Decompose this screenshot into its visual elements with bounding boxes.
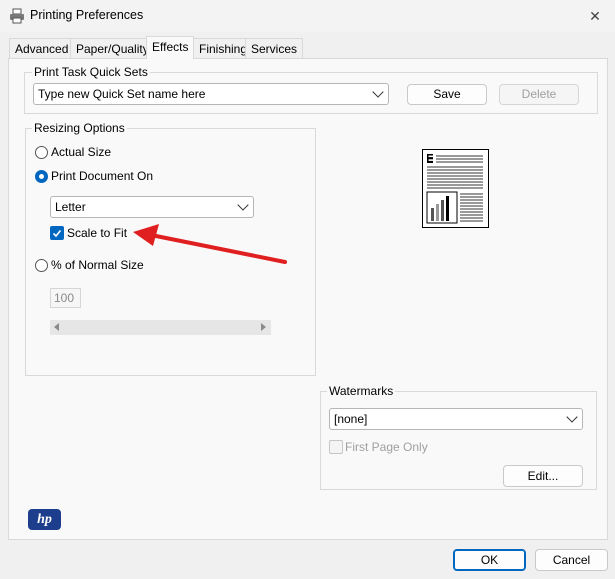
tab-advanced[interactable]: Advanced <box>9 38 75 59</box>
save-button[interactable]: Save <box>407 84 487 105</box>
scale-to-fit-label[interactable]: Scale to Fit <box>67 226 127 240</box>
tab-effects[interactable]: Effects <box>146 36 195 59</box>
title-bar: Printing Preferences ✕ <box>0 0 615 32</box>
scroll-left-icon[interactable] <box>54 323 59 331</box>
chevron-down-icon <box>372 86 384 98</box>
close-button[interactable]: ✕ <box>582 5 608 27</box>
document-preview-icon <box>426 154 483 224</box>
scroll-right-icon[interactable] <box>261 323 266 331</box>
watermark-combo[interactable]: [none] <box>329 408 583 430</box>
cancel-button[interactable]: Cancel <box>535 549 608 571</box>
quickset-name-value: Type new Quick Set name here <box>38 87 206 101</box>
watermark-value: [none] <box>334 412 368 426</box>
print-document-on-label[interactable]: Print Document On <box>51 169 153 183</box>
percent-input[interactable]: 100 <box>50 288 81 308</box>
first-page-only-label[interactable]: First Page Only <box>345 440 428 454</box>
chevron-down-icon <box>566 411 578 423</box>
checkmark-icon <box>52 229 62 238</box>
watermarks-group-label: Watermarks <box>327 384 396 398</box>
resizing-group-label: Resizing Options <box>32 121 127 135</box>
tab-services[interactable]: Services <box>245 38 304 59</box>
quickset-name-combo[interactable]: Type new Quick Set name here <box>33 83 389 105</box>
quicksets-group-label: Print Task Quick Sets <box>32 65 150 79</box>
edit-watermark-button[interactable]: Edit... <box>503 465 583 487</box>
paper-size-combo[interactable]: Letter <box>50 196 254 218</box>
print-document-on-radio[interactable] <box>35 170 48 183</box>
window-title: Printing Preferences <box>30 8 144 22</box>
percent-scrollbar[interactable] <box>50 320 271 335</box>
scale-to-fit-checkbox[interactable] <box>50 226 64 240</box>
ok-button[interactable]: OK <box>453 549 526 571</box>
printer-icon <box>10 8 24 24</box>
percent-normal-size-radio[interactable] <box>35 259 48 272</box>
annotation-arrow-icon <box>133 224 287 264</box>
actual-size-label[interactable]: Actual Size <box>51 145 111 159</box>
first-page-only-checkbox[interactable] <box>329 440 343 454</box>
paper-size-value: Letter <box>55 200 86 214</box>
hp-logo: hp <box>28 509 61 530</box>
tab-paper-quality[interactable]: Paper/Quality <box>70 38 155 59</box>
actual-size-radio[interactable] <box>35 146 48 159</box>
chevron-down-icon <box>237 199 249 211</box>
delete-button[interactable]: Delete <box>499 84 579 105</box>
page-preview <box>422 149 489 228</box>
